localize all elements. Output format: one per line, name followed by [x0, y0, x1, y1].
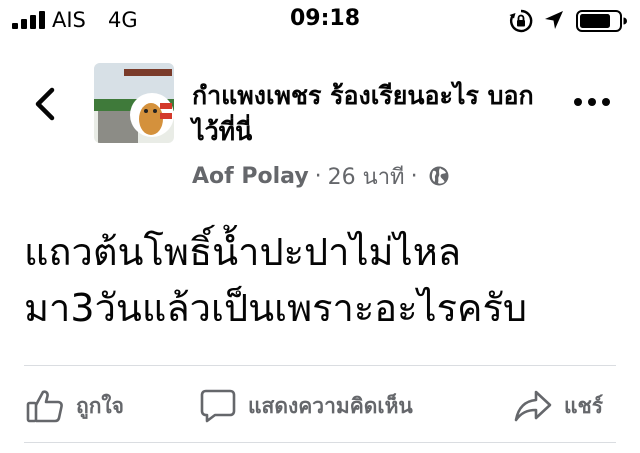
meta-separator: · [314, 163, 322, 189]
share-button[interactable]: แชร์ [514, 388, 603, 424]
meta-separator: · [410, 163, 418, 189]
post-meta: Aof Polay · 26 นาที · [192, 160, 450, 192]
like-button[interactable]: ถูกใจ [26, 388, 124, 424]
post-text-line: มา3วันแล้วเป็นเพราะอะไรครับ [24, 286, 527, 330]
carrier-name: AIS [52, 8, 86, 32]
rotation-lock-icon [509, 9, 533, 33]
share-icon [514, 390, 552, 422]
comment-button[interactable]: แสดงความคิดเห็น [200, 388, 413, 424]
group-name[interactable]: กำแพงเพชร ร้องเรียนอะไร บอกไว้ที่นี่ [192, 78, 552, 150]
divider [24, 442, 616, 443]
battery-icon [576, 10, 627, 32]
group-avatar[interactable] [94, 63, 174, 143]
network-type: 4G [108, 8, 138, 32]
status-time: 09:18 [290, 6, 361, 31]
author-name[interactable]: Aof Polay [192, 164, 309, 189]
share-label: แชร์ [564, 393, 604, 418]
more-options-icon[interactable] [572, 92, 612, 112]
signal-bars-icon [12, 11, 46, 29]
action-bar: ถูกใจ แสดงความคิดเห็น แชร์ [0, 368, 640, 440]
divider [24, 365, 616, 366]
globe-icon [429, 166, 449, 186]
status-bar: AIS 4G 09:18 [0, 0, 640, 44]
post-time[interactable]: 26 นาที [328, 159, 405, 194]
post-body: แถวต้นโพธิ์น้ำปะปาไม่ไหล มา3วันแล้วเป็นเ… [24, 224, 624, 336]
like-icon [26, 390, 63, 423]
comment-label: แสดงความคิดเห็น [248, 393, 413, 418]
like-label: ถูกใจ [76, 393, 124, 418]
post-text-line: แถวต้นโพธิ์น้ำปะปาไม่ไหล [24, 230, 462, 274]
back-button[interactable] [30, 86, 60, 122]
location-arrow-icon [545, 11, 563, 29]
comment-icon [200, 389, 236, 423]
